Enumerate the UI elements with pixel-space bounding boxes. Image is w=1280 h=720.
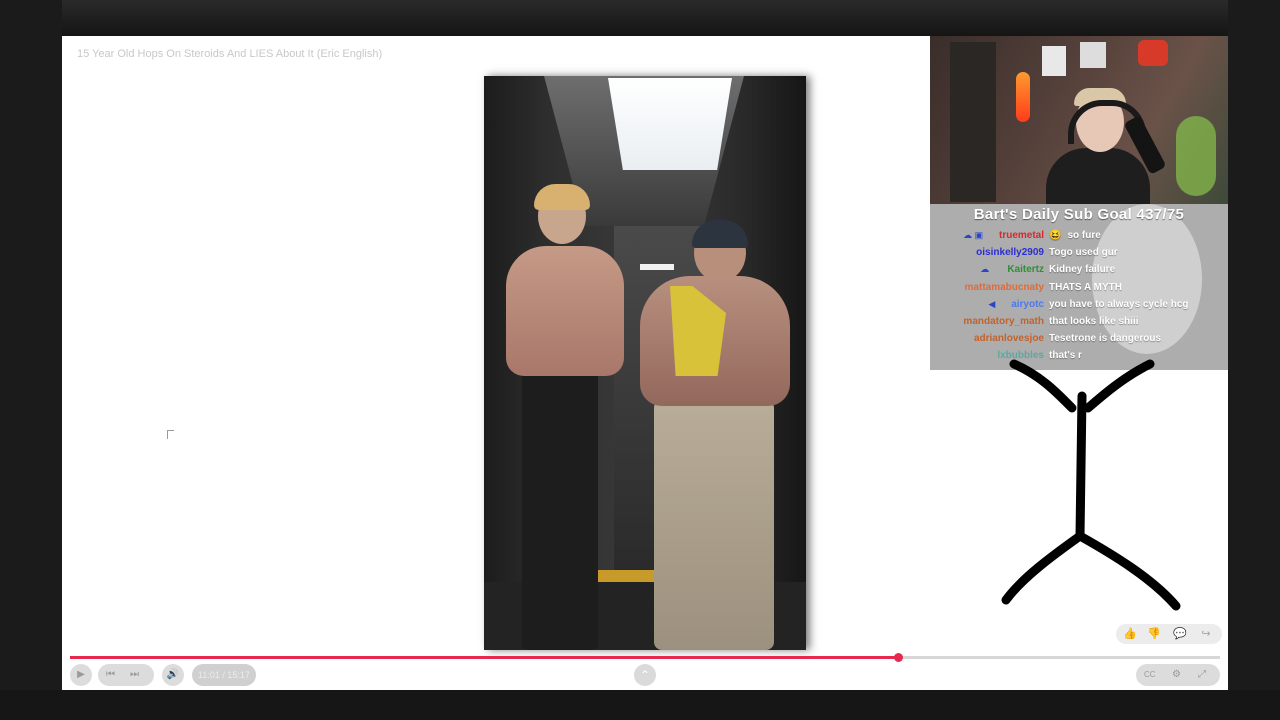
- chat-username[interactable]: mandatory_math: [963, 313, 1044, 330]
- sub-goal-text: Bart's Daily Sub Goal 437/75: [973, 206, 1185, 223]
- share-icon[interactable]: ↪: [1196, 626, 1216, 642]
- chat-text: you have to always cycle hcg: [1049, 296, 1189, 313]
- person-left-legs: [522, 368, 598, 650]
- chat-message: adrianlovesjoe Tesetrone is dangerous: [930, 330, 1228, 347]
- chevron-up-icon[interactable]: ⌃: [634, 664, 656, 686]
- prev-icon[interactable]: ⏮: [106, 664, 115, 686]
- lava-lamp: [1016, 72, 1030, 122]
- chat-username[interactable]: truemetal: [999, 227, 1044, 244]
- chat-text: Tesetrone is dangerous: [1049, 330, 1161, 347]
- captions-icon[interactable]: CC: [1144, 664, 1156, 686]
- chat-badge-icon: ☁ ▣: [963, 230, 984, 240]
- action-icons-bar: 👍 👎 💬 ↪: [1116, 624, 1222, 644]
- video-title: 15 Year Old Hops On Steroids And LIES Ab…: [77, 48, 383, 60]
- chat-message-text: so fure: [1067, 230, 1101, 241]
- mouse-cursor-icon: [167, 430, 174, 439]
- person-left-torso: [506, 246, 624, 376]
- chat-badge-icon: ◀: [988, 298, 996, 309]
- wall-frame: [1080, 42, 1106, 68]
- chat-message: mattamabucnaty THATS A MYTH: [930, 279, 1228, 296]
- next-icon[interactable]: ⏭: [130, 664, 139, 686]
- stick-figure-drawing: [1001, 359, 1181, 611]
- like-icon[interactable]: 👍: [1120, 626, 1140, 642]
- chat-overlay: Bart's Daily Sub Goal 437/75 truemetal ☁ …: [930, 204, 1228, 370]
- webcam-shelf: [950, 42, 996, 202]
- chat-emote-icon: 😆: [1049, 230, 1062, 241]
- video-content[interactable]: [484, 76, 806, 650]
- video-ceiling-light: [608, 78, 732, 170]
- video-corridor-light: [640, 264, 674, 270]
- progress-bar[interactable]: [70, 653, 1220, 662]
- chat-message: oisinkelly2909 Togo used gur: [930, 244, 1228, 261]
- comment-icon[interactable]: 💬: [1170, 626, 1190, 642]
- streamer-webcam: [930, 36, 1228, 204]
- progress-scrubber[interactable]: [894, 653, 903, 662]
- top-letterbox-bar: [0, 0, 1280, 36]
- streamer-body: [1046, 148, 1150, 204]
- chat-message: airyotc ◀ you have to always cycle hcg: [930, 296, 1228, 313]
- chat-username[interactable]: oisinkelly2909: [976, 244, 1044, 261]
- stick-figure-arm-left: [1009, 359, 1077, 413]
- person-left-hair: [534, 184, 590, 210]
- left-letterbox: [0, 0, 62, 720]
- right-letterbox: [1228, 0, 1280, 720]
- chat-username[interactable]: Kaitertz: [1007, 261, 1044, 278]
- chat-message-text: you have to always cycle hcg: [1049, 298, 1189, 310]
- player-frame: 15 Year Old Hops On Steroids And LIES Ab…: [62, 36, 1228, 690]
- person-right-legs: [654, 400, 774, 650]
- volume-button[interactable]: 🔊: [162, 664, 184, 686]
- chat-message: truemetal ☁ ▣ 😆 so fure: [930, 227, 1228, 244]
- play-button[interactable]: ▶: [70, 664, 92, 686]
- chat-message-text: THATS A MYTH: [1049, 281, 1122, 293]
- chat-text: THATS A MYTH: [1049, 279, 1122, 296]
- right-controls-group: CC ⚙ ⤢: [1136, 664, 1220, 686]
- wall-frame: [1042, 46, 1066, 76]
- chat-message: Kaitertz ☁ Kidney failure: [930, 261, 1228, 278]
- chat-message-text: that looks like shiii: [1049, 316, 1139, 327]
- dislike-icon[interactable]: 👎: [1144, 626, 1164, 642]
- chat-text: Kidney failure: [1049, 261, 1115, 278]
- chat-message-text: Kidney failure: [1049, 264, 1116, 276]
- stick-figure-leg-right: [1075, 531, 1181, 611]
- chat-username[interactable]: mattamabucnaty: [965, 279, 1044, 296]
- bottom-letterbox-bar: [0, 690, 1280, 720]
- prev-next-group: ⏮ ⏭: [98, 664, 154, 686]
- chat-username[interactable]: airyotc: [1011, 296, 1044, 313]
- chat-text: 😆 so fure: [1049, 227, 1101, 244]
- stick-figure-arm-right: [1083, 359, 1155, 413]
- time-display: 11:01 / 15:17: [192, 664, 256, 686]
- settings-icon[interactable]: ⚙: [1172, 664, 1181, 686]
- chat-text: Togo used gur: [1049, 244, 1118, 261]
- stick-figure-leg-left: [1001, 531, 1085, 605]
- chat-badge-icon: ☁: [980, 264, 990, 275]
- green-figure: [1176, 116, 1216, 196]
- chat-message: mandatory_math that looks like shiii: [930, 313, 1228, 330]
- chat-text: that looks like shiii: [1049, 313, 1138, 330]
- chat-username[interactable]: adrianlovesjoe: [974, 330, 1044, 347]
- fullscreen-icon[interactable]: ⤢: [1198, 664, 1206, 686]
- chat-message-text: Togo used gur: [1049, 247, 1118, 259]
- progress-bar-fill: [70, 656, 898, 659]
- stick-figure-torso: [1075, 391, 1087, 541]
- chat-message-text: Tesetrone is dangerous: [1049, 333, 1162, 345]
- wall-figure: [1138, 40, 1168, 66]
